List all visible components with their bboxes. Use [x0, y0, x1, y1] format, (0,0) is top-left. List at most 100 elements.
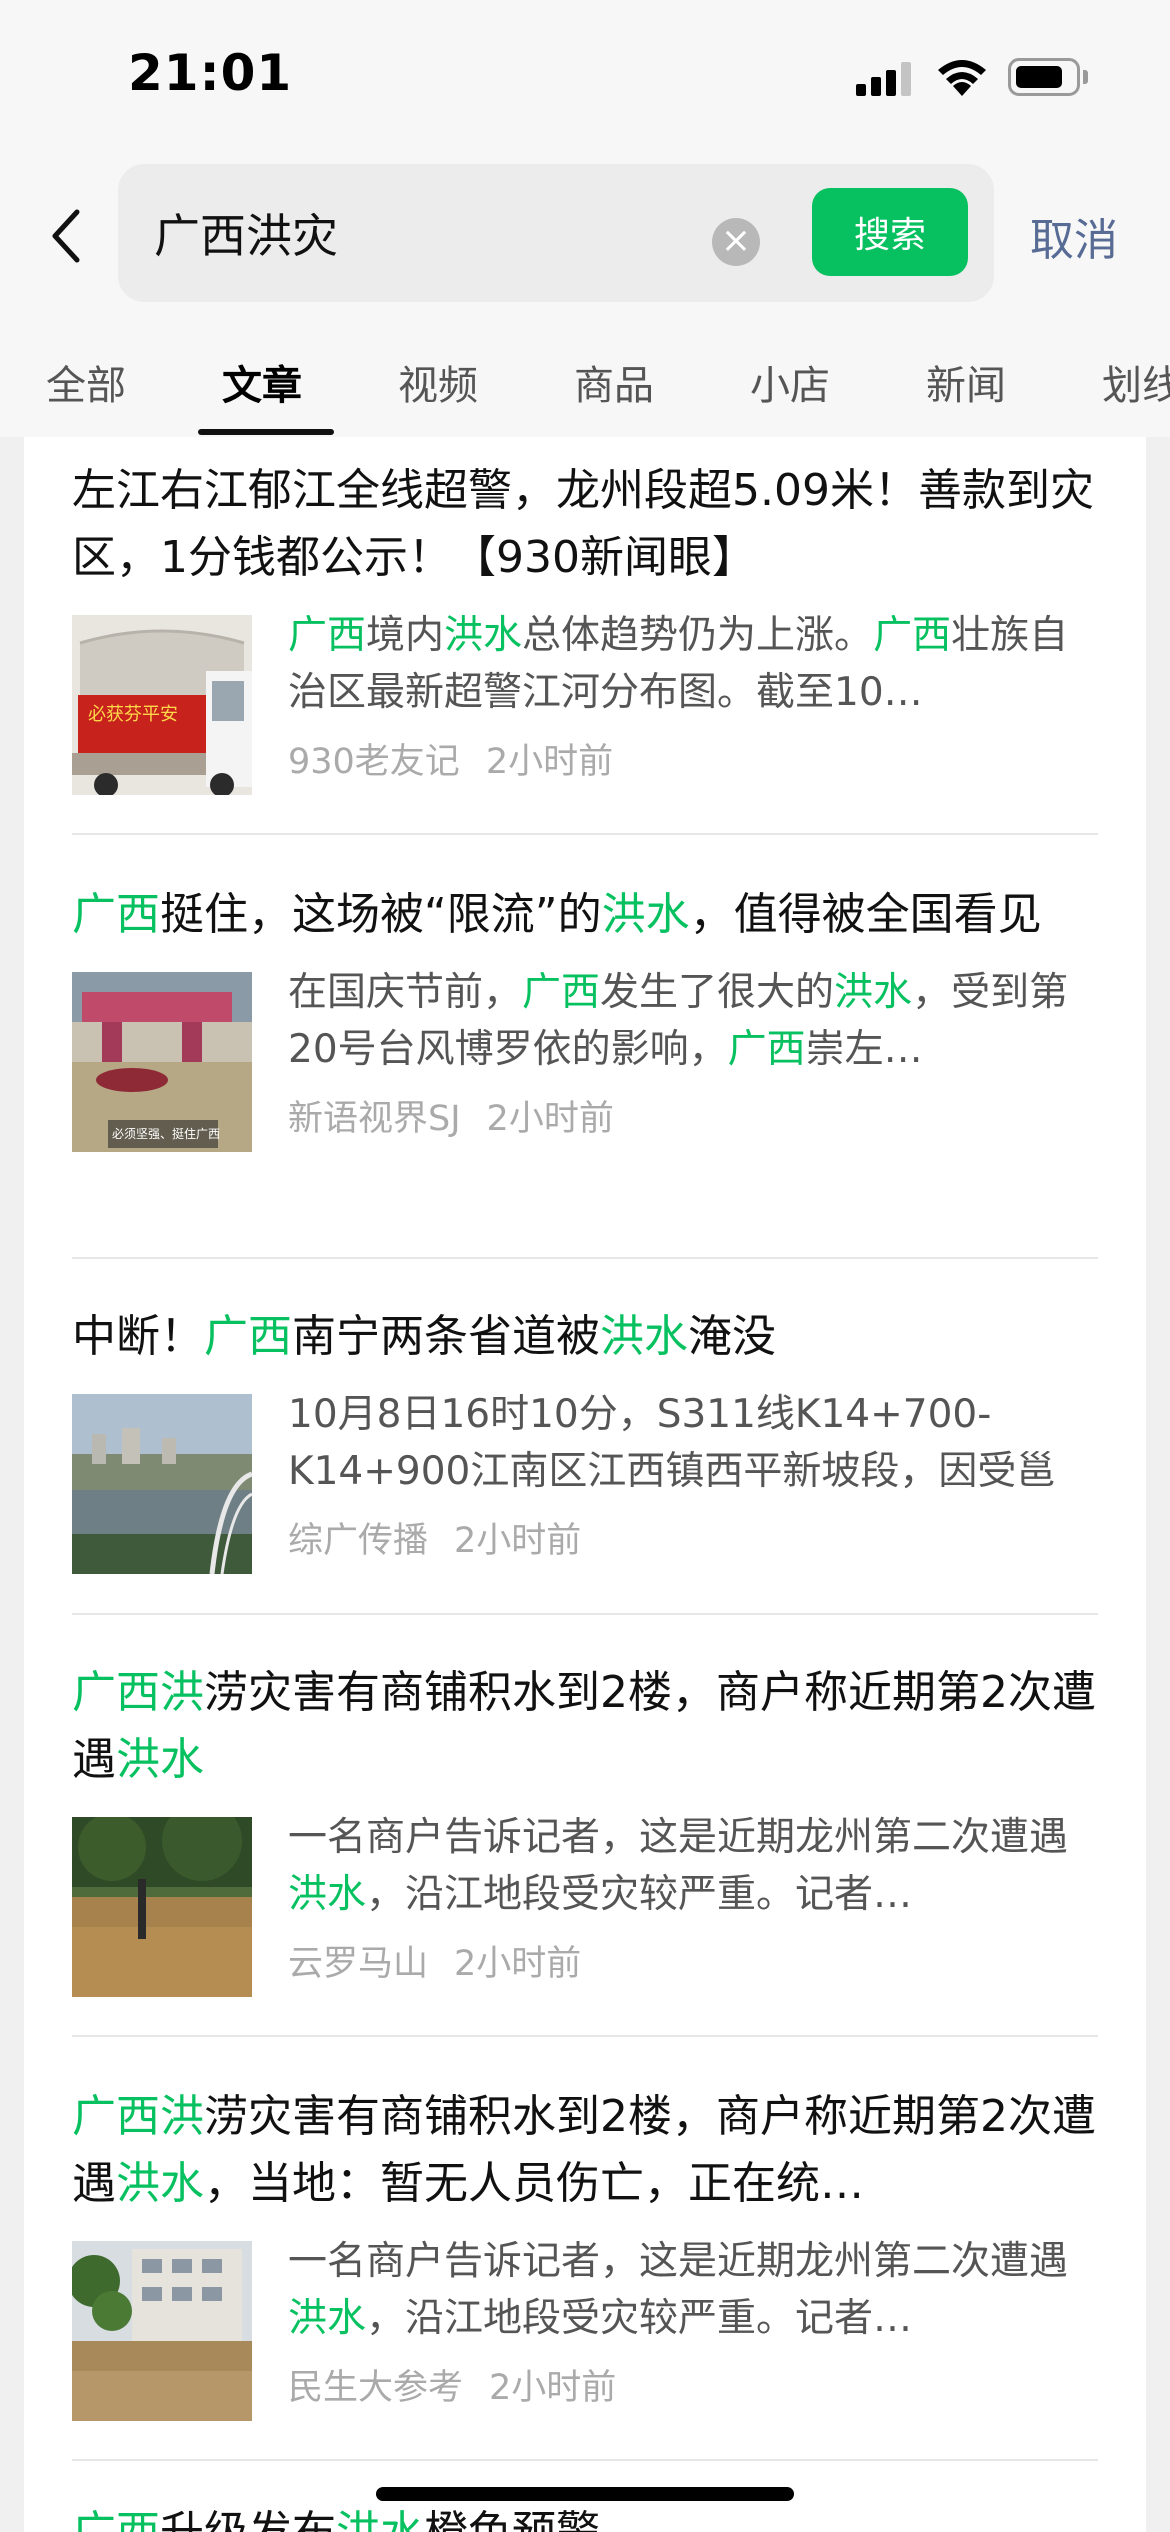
highlighted-keyword: 洪水: [336, 2507, 424, 2532]
highlighted-keyword: 广西洪: [72, 1667, 204, 1718]
article-thumbnail: 必获芬平安: [72, 615, 252, 795]
article-time: 2小时前: [454, 1944, 582, 1984]
highlighted-keyword: 广西洪: [72, 2091, 204, 2142]
tab-bar: 全部 文章 视频 商品 小店 新闻 划线: [0, 325, 1170, 437]
article-source: 民生大参考: [288, 2368, 464, 2408]
wifi-icon: [938, 60, 986, 96]
text-segment: ，值得被全国看见: [689, 889, 1042, 940]
active-tab-indicator: [198, 429, 334, 435]
divider: [72, 1613, 1098, 1615]
tab-all[interactable]: 全部: [46, 353, 126, 411]
text-segment: 左江右江郁江全线超警，龙州段超5.09米！善款到灾区，1分钱都公示！【930新闻…: [72, 465, 1094, 583]
article-source: 综广传播: [288, 1521, 429, 1561]
article-snippet: 10月8日16时10分，S311线K14+700-K14+900江南区江西镇西平…: [288, 1386, 1094, 1500]
divider: [72, 2035, 1098, 2037]
highlighted-keyword: 洪水: [288, 1872, 367, 1917]
status-bar: 21:01: [0, 0, 1170, 150]
highlighted-keyword: 洪水: [116, 2158, 204, 2209]
search-box[interactable]: 广西洪灾 × 搜索: [118, 164, 994, 302]
home-indicator: [376, 2487, 794, 2501]
article-time: 2小时前: [454, 1521, 582, 1561]
article-item[interactable]: 广西升级发布洪水橙色预警: [72, 2499, 1098, 2532]
caption-text: 必须坚强、挺住广西: [112, 1126, 220, 1141]
text-segment: 崇左…: [805, 1027, 923, 1072]
article-time: 2小时前: [485, 742, 614, 782]
article-item[interactable]: 左江右江郁江全线超警，龙州段超5.09米！善款到灾区，1分钱都公示！【930新闻…: [72, 457, 1098, 795]
search-button[interactable]: 搜索: [812, 188, 968, 276]
text-segment: ，沿江地段受灾较严重。记者…: [366, 1872, 913, 1917]
article-item[interactable]: 广西挺住，这场被“限流”的洪水，值得被全国看见 必须坚强、挺住广西 在国庆节前，…: [72, 881, 1098, 1152]
text-segment: 境内: [366, 613, 445, 658]
tab-products[interactable]: 商品: [574, 353, 654, 411]
article-title: 广西升级发布洪水橙色预警: [72, 2499, 1098, 2532]
highlighted-keyword: 洪水: [601, 889, 690, 940]
highlighted-keyword: 广西: [727, 1027, 806, 1072]
article-thumbnail: 必须坚强、挺住广西: [72, 972, 252, 1152]
tab-articles[interactable]: 文章: [222, 353, 302, 411]
article-thumbnail: [72, 2241, 252, 2421]
highlighted-keyword: 广西: [204, 1311, 292, 1362]
article-snippet: 一名商户告诉记者，这是近期龙州第二次遭遇洪水，沿江地段受灾较严重。记者…: [288, 2233, 1094, 2347]
article-meta: 民生大参考 2小时前: [288, 2359, 1094, 2410]
divider: [72, 2459, 1098, 2461]
article-time: 2小时前: [486, 1099, 614, 1139]
text-segment: 南宁两条省道被: [292, 1311, 600, 1362]
article-source: 930老友记: [288, 742, 460, 782]
article-item[interactable]: 广西洪涝灾害有商铺积水到2楼，商户称近期第2次遭遇洪水 一名商户告诉记者，这是近…: [72, 1659, 1098, 1997]
banner-text: 必获芬平安: [88, 704, 178, 725]
article-title: 左江右江郁江全线超警，龙州段超5.09米！善款到灾区，1分钱都公示！【930新闻…: [72, 457, 1098, 591]
tab-shops[interactable]: 小店: [750, 353, 830, 411]
article-thumbnail: [72, 1394, 252, 1574]
article-meta: 新语视界SJ 2小时前: [288, 1090, 1094, 1141]
highlighted-keyword: 广西: [522, 970, 601, 1015]
clear-icon[interactable]: ×: [712, 218, 760, 266]
text-segment: 涝灾害有商铺积水到2楼，商户称近期第2次遭遇: [72, 1667, 1096, 1785]
text-segment: 总体趋势仍为上涨。: [522, 613, 874, 658]
text-segment: 一名商户告诉记者，这是近期龙州第二次遭遇: [288, 1815, 1069, 1860]
text-segment: 橙色预警: [424, 2507, 600, 2532]
text-segment: ，当地：暂无人员伤亡，正在统…: [204, 2158, 864, 2209]
search-input[interactable]: 广西洪灾: [154, 200, 338, 266]
tab-highlights[interactable]: 划线: [1102, 353, 1170, 411]
text-segment: 淹没: [688, 1311, 776, 1362]
article-title: 中断！广西南宁两条省道被洪水淹没: [72, 1303, 1098, 1370]
highlighted-keyword: 洪水: [288, 2296, 367, 2341]
article-snippet: 广西境内洪水总体趋势仍为上涨。广西壮族自治区最新超警江河分布图。截至10…: [288, 607, 1094, 721]
text-segment: 升级发布: [160, 2507, 336, 2532]
article-source: 新语视界SJ: [288, 1099, 461, 1139]
results-list: 左江右江郁江全线超警，龙州段超5.09米！善款到灾区，1分钱都公示！【930新闻…: [24, 437, 1146, 2532]
text-segment: 10月8日16时10分，S311线K14+700-K14+900江南区江西镇西平…: [288, 1392, 1056, 1494]
highlighted-keyword: 广西: [72, 2507, 160, 2532]
highlighted-keyword: 洪水: [600, 1311, 688, 1362]
text-segment: 在国庆节前，: [288, 970, 523, 1015]
results-area: 左江右江郁江全线超警，龙州段超5.09米！善款到灾区，1分钱都公示！【930新闻…: [0, 437, 1170, 2532]
article-title: 广西洪涝灾害有商铺积水到2楼，商户称近期第2次遭遇洪水: [72, 1659, 1098, 1793]
article-item[interactable]: 中断！广西南宁两条省道被洪水淹没 10月8日16时10分，S311线K14+70…: [72, 1303, 1098, 1574]
battery-icon: [1008, 58, 1088, 96]
text-segment: 发生了很大的: [600, 970, 835, 1015]
article-snippet: 一名商户告诉记者，这是近期龙州第二次遭遇洪水，沿江地段受灾较严重。记者…: [288, 1809, 1094, 1923]
article-meta: 综广传播 2小时前: [288, 1512, 1094, 1563]
article-item[interactable]: 广西洪涝灾害有商铺积水到2楼，商户称近期第2次遭遇洪水，当地：暂无人员伤亡，正在…: [72, 2083, 1098, 2421]
highlighted-keyword: 广西: [288, 613, 367, 658]
tab-videos[interactable]: 视频: [398, 353, 478, 411]
highlighted-keyword: 洪水: [444, 613, 523, 658]
highlighted-keyword: 广西: [72, 889, 160, 940]
status-time: 21:01: [128, 44, 293, 102]
article-meta: 930老友记 2小时前: [288, 733, 1094, 784]
tab-news[interactable]: 新闻: [926, 353, 1006, 411]
highlighted-keyword: 洪水: [834, 970, 913, 1015]
cancel-button[interactable]: 取消: [1030, 204, 1118, 268]
back-button[interactable]: [44, 206, 88, 266]
article-time: 2小时前: [489, 2368, 617, 2408]
article-thumbnail: [72, 1817, 252, 1997]
article-snippet: 在国庆节前，广西发生了很大的洪水，受到第20号台风博罗依的影响，广西崇左…: [288, 964, 1094, 1078]
article-title: 广西洪涝灾害有商铺积水到2楼，商户称近期第2次遭遇洪水，当地：暂无人员伤亡，正在…: [72, 2083, 1098, 2217]
text-segment: 一名商户告诉记者，这是近期龙州第二次遭遇: [288, 2239, 1069, 2284]
chevron-left-icon: [52, 209, 80, 263]
search-header: 广西洪灾 × 搜索 取消: [0, 150, 1170, 325]
highlighted-keyword: 洪水: [116, 1734, 204, 1785]
cellular-signal-icon: [856, 60, 916, 96]
text-segment: ，沿江地段受灾较严重。记者…: [366, 2296, 913, 2341]
divider: [72, 833, 1098, 835]
